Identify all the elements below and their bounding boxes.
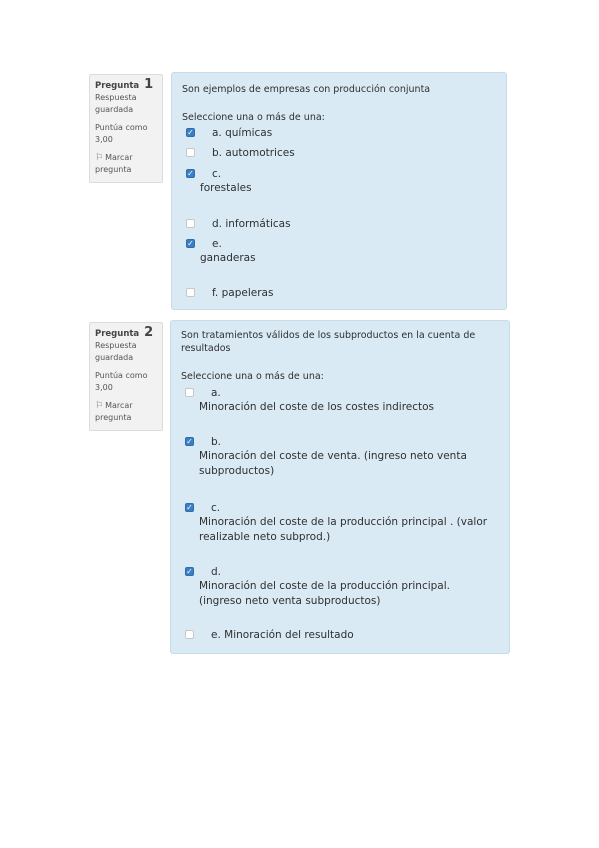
question-1-prompt: Seleccione una o más de una: xyxy=(182,112,325,123)
checkbox-empty-icon[interactable] xyxy=(186,148,195,157)
checkbox-checked-icon[interactable]: ✓ xyxy=(186,169,195,178)
checkbox-empty-icon[interactable] xyxy=(185,388,194,397)
question-2-score: Puntúa como 3,00 xyxy=(95,371,148,392)
question-2-number: Pregunta 2 xyxy=(95,325,154,340)
checkbox-checked-icon[interactable]: ✓ xyxy=(186,239,195,248)
question-2-prompt: Seleccione una o más de una: xyxy=(181,371,324,382)
checkbox-empty-icon[interactable] xyxy=(186,219,195,228)
checkbox-checked-icon[interactable]: ✓ xyxy=(185,437,194,446)
flag-question-1-link[interactable]: ⚐ Marcar pregunta xyxy=(95,152,158,176)
question-1-text: Son ejemplos de empresas con producción … xyxy=(182,84,431,95)
checkbox-checked-icon[interactable]: ✓ xyxy=(186,128,195,137)
question-1-score: Puntúa como 3,00 xyxy=(95,123,148,144)
question-1-formulation: Son ejemplos de empresas con producción … xyxy=(171,72,507,310)
flag-icon: ⚐ xyxy=(95,401,104,411)
flag-icon: ⚐ xyxy=(95,153,104,163)
checkbox-checked-icon[interactable]: ✓ xyxy=(185,503,194,512)
flag-question-2-link[interactable]: ⚐ Marcar pregunta xyxy=(95,400,158,424)
checkbox-checked-icon[interactable]: ✓ xyxy=(185,567,194,576)
question-1-status: Respuesta guardada xyxy=(95,93,137,114)
question-2-status: Respuesta guardada xyxy=(95,341,137,362)
checkbox-empty-icon[interactable] xyxy=(185,630,194,639)
checkbox-empty-icon[interactable] xyxy=(186,288,195,297)
question-1-info: Pregunta 1 Respuesta guardada Puntúa como… xyxy=(89,74,163,183)
question-1-number: Pregunta 1 xyxy=(95,77,154,92)
question-2-formulation: Son tratamientos válidos de los subprodu… xyxy=(170,320,510,654)
question-2-info: Pregunta 2 Respuesta guardada Puntúa como… xyxy=(89,322,163,431)
question-2-text: Son tratamientos válidos de los subprodu… xyxy=(181,330,476,354)
